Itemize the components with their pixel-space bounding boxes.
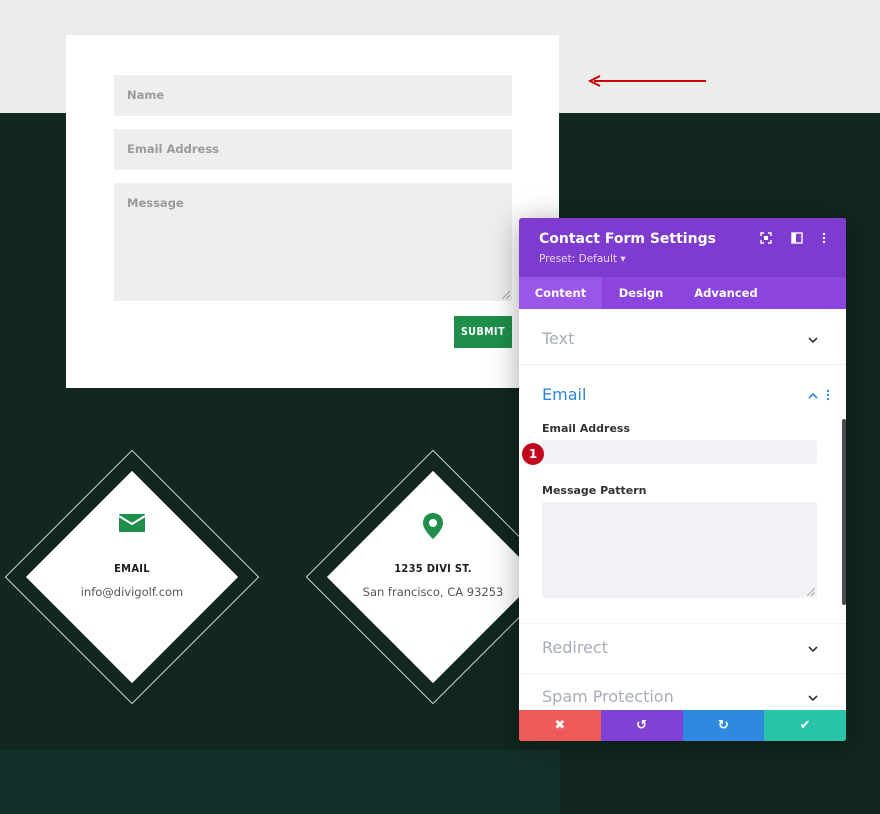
chevron-down-icon[interactable] (808, 644, 818, 654)
redo-button[interactable]: ↻ (682, 710, 765, 741)
contact-form-settings-panel: Contact Form Settings Preset: Default ▾ … (519, 218, 846, 741)
contact-card-email: EMAIL info@divigolf.com (4, 449, 260, 705)
section-title: Text (542, 329, 575, 348)
submit-button[interactable]: SUBMIT (454, 316, 512, 348)
preset-dropdown[interactable]: Preset: Default ▾ (539, 253, 626, 265)
step-badge: 1 (522, 443, 544, 465)
page-footer-band (0, 750, 560, 814)
undo-button[interactable]: ↺ (600, 710, 683, 741)
chevron-up-icon[interactable] (808, 391, 818, 401)
card-title: EMAIL (114, 562, 150, 575)
name-field[interactable]: Name (114, 75, 512, 116)
section-title: Redirect (542, 638, 608, 657)
message-pattern-label: Message Pattern (542, 484, 647, 497)
section-title: Spam Protection (542, 687, 674, 706)
panel-footer: ✖ ↺ ↻ ✔ (519, 710, 846, 741)
resize-handle-icon[interactable] (807, 588, 815, 596)
section-spam-protection[interactable]: Spam Protection (519, 674, 846, 714)
cancel-button[interactable]: ✖ (519, 710, 601, 741)
envelope-icon (5, 512, 259, 538)
chevron-down-icon[interactable] (808, 693, 818, 703)
section-email: Email Email Address 1 Message Pattern (519, 365, 846, 624)
section-text[interactable]: Text (519, 309, 846, 365)
section-title[interactable]: Email (542, 385, 586, 404)
message-placeholder: Message (127, 196, 184, 210)
fullscreen-icon[interactable] (758, 232, 774, 248)
panel-tabs: Content Design Advanced (519, 277, 846, 309)
panel-title: Contact Form Settings (539, 231, 716, 247)
more-options-icon[interactable] (816, 232, 832, 248)
message-pattern-textarea[interactable] (542, 502, 817, 598)
tab-design[interactable]: Design (602, 277, 680, 309)
page-footer-band-right (560, 750, 880, 814)
message-field[interactable]: Message (114, 183, 512, 301)
contact-form: Name Email Address Message SUBMIT (66, 35, 559, 388)
save-button[interactable]: ✔ (764, 710, 846, 741)
email-address-input[interactable] (542, 440, 817, 464)
panel-body: Text Email Email Address 1 Message Patte… (519, 309, 846, 710)
resize-handle-icon[interactable] (502, 291, 510, 299)
split-view-icon[interactable] (789, 232, 805, 248)
chevron-down-icon[interactable] (808, 335, 818, 345)
panel-scrollbar[interactable] (842, 419, 846, 605)
tab-content[interactable]: Content (519, 277, 602, 309)
email-address-label: Email Address (542, 422, 631, 435)
email-field[interactable]: Email Address (114, 129, 512, 170)
annotation-arrow-icon (588, 75, 706, 87)
tab-advanced[interactable]: Advanced (680, 277, 772, 309)
section-redirect[interactable]: Redirect (519, 624, 846, 674)
panel-header: Contact Form Settings Preset: Default ▾ (519, 218, 846, 277)
section-options-icon[interactable] (826, 389, 830, 401)
card-text: info@divigolf.com (80, 585, 184, 599)
